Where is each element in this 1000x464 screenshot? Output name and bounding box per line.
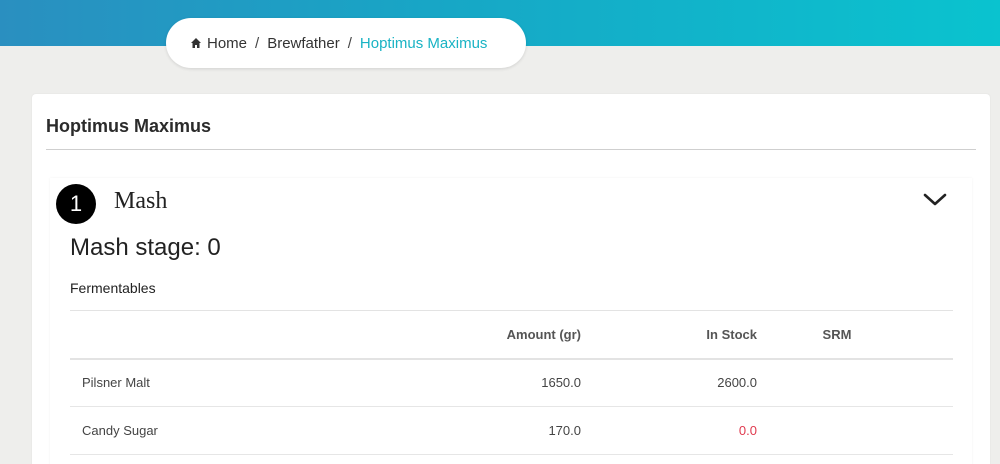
mash-step-card: 1 Mash Mash stage: 0 Fermentables Amount…	[50, 178, 972, 464]
column-header-srm: SRM	[769, 310, 953, 360]
chevron-down-icon[interactable]	[922, 190, 948, 210]
breadcrumb-separator: /	[347, 34, 352, 52]
recipe-panel: Hoptimus Maximus 1 Mash Mash stage: 0 Fe…	[32, 94, 990, 464]
breadcrumb-brewfather-link[interactable]: Brewfather	[267, 35, 340, 52]
fermentable-in-stock: 0.0	[593, 406, 769, 455]
fermentable-srm	[769, 358, 953, 407]
title-divider	[46, 149, 976, 150]
table-header-row: Amount (gr) In Stock SRM	[70, 310, 953, 360]
breadcrumb-home-link[interactable]: Home	[207, 35, 247, 52]
table-row: Pilsner Malt 1650.0 2600.0	[70, 358, 953, 407]
breadcrumb-current: Hoptimus Maximus	[359, 34, 488, 52]
column-header-name	[70, 310, 370, 360]
fermentables-label: Fermentables	[70, 280, 156, 296]
column-header-in-stock: In Stock	[593, 310, 769, 360]
fermentable-in-stock: 2600.0	[593, 358, 769, 407]
step-number-badge: 1	[56, 184, 96, 224]
breadcrumb-separator: /	[255, 34, 260, 52]
fermentable-amount: 1650.0	[370, 358, 593, 407]
page-title: Hoptimus Maximus	[46, 116, 212, 136]
fermentable-amount: 170.0	[370, 406, 593, 455]
fermentable-name: Candy Sugar	[70, 406, 370, 455]
breadcrumb: Home / Brewfather / Hoptimus Maximus	[166, 18, 526, 68]
mash-stage-heading: Mash stage: 0	[70, 234, 221, 261]
column-header-amount: Amount (gr)	[370, 310, 593, 360]
fermentable-name: Pilsner Malt	[70, 358, 370, 407]
fermentable-srm	[769, 406, 953, 455]
table-row: Candy Sugar 170.0 0.0	[70, 406, 953, 455]
home-icon[interactable]	[190, 37, 202, 49]
fermentables-table: Amount (gr) In Stock SRM Pilsner Malt 16…	[70, 310, 953, 455]
step-title: Mash	[114, 188, 168, 214]
